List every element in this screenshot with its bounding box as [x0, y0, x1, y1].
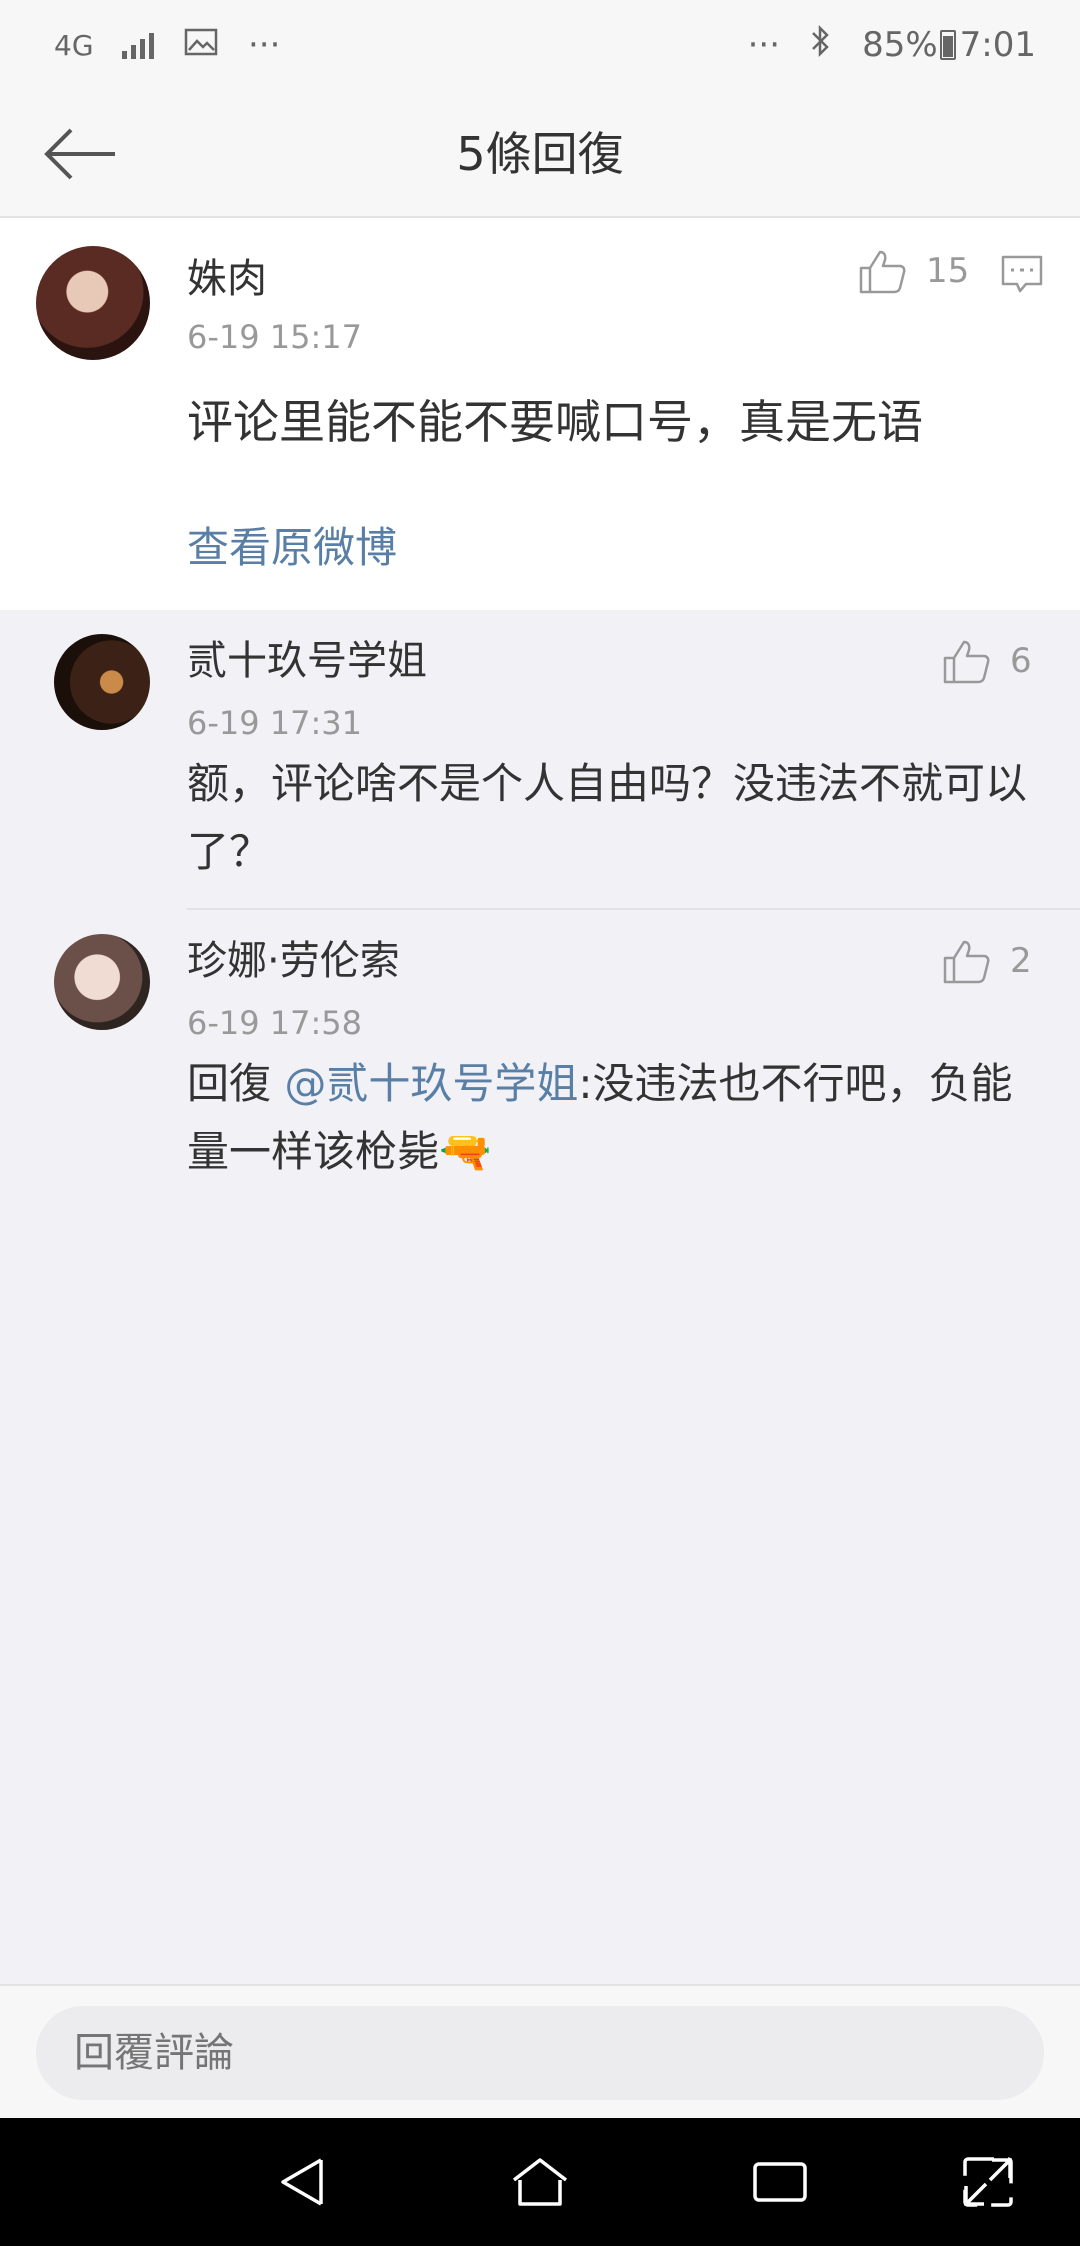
thumbs-up-icon [943, 640, 990, 684]
status-left: 4G ··· [54, 25, 280, 65]
avatar[interactable] [54, 934, 150, 1030]
thumbs-up-icon [859, 250, 906, 294]
like-button[interactable]: 2 [942, 938, 1032, 984]
like-button[interactable]: 6 [942, 638, 1032, 684]
triangle-back-icon [281, 2158, 323, 2206]
clock: 7:01 [959, 25, 1036, 65]
system-nav-bar [0, 2118, 1080, 2246]
bluetooth-icon [810, 24, 832, 67]
username[interactable]: 珍娜·劳伦索 [187, 928, 400, 986]
reply-text: 回復 @贰十玖号学姐:没违法也不行吧，负能量一样该枪毙🔫 [187, 1050, 1047, 1186]
username[interactable]: 贰十玖号学姐 [187, 628, 427, 686]
nav-bar: 5條回復 [0, 90, 1080, 218]
signal-icon [122, 31, 154, 59]
water-gun-emoji: 🔫 [439, 1127, 492, 1176]
timestamp: 6-19 17:58 [187, 1004, 363, 1042]
like-count: 6 [1010, 641, 1032, 681]
comment-text: 评论里能不能不要喊口号，真是无语 [187, 395, 923, 449]
system-home-button[interactable] [500, 2142, 580, 2222]
more-status: ··· [747, 25, 781, 65]
battery-percent: 85% [862, 25, 938, 65]
battery-icon [939, 30, 956, 60]
thumbs-up-icon [943, 940, 990, 984]
like-count: 2 [1010, 941, 1032, 981]
page-title: 5條回復 [456, 127, 624, 181]
reply-bar [0, 1984, 1080, 2118]
main-comment: 姝肉 6-19 15:17 15 评论里能不能不要喊口号，真是无语 查看原微博 [0, 218, 1080, 610]
reply-item[interactable]: 贰十玖号学姐 6-19 17:31 6 额，评论啥不是个人自由吗？没违法不就可以… [0, 610, 1080, 910]
network-label: 4G [54, 28, 94, 62]
username[interactable]: 姝肉 [187, 246, 267, 304]
like-button[interactable]: 15 [858, 248, 969, 294]
system-recents-button[interactable] [740, 2142, 820, 2222]
recents-icon [753, 2162, 807, 2202]
comment-icon [1001, 255, 1043, 293]
like-count: 15 [926, 251, 970, 291]
expand-icon [963, 2157, 1013, 2207]
avatar[interactable] [36, 246, 150, 360]
status-bar: 4G ··· ··· 85% 7:01 [0, 0, 1080, 90]
network-type: 4G [54, 28, 94, 62]
comment-button[interactable] [1000, 254, 1044, 298]
image-notification-icon [184, 25, 218, 65]
reply-item[interactable]: 珍娜·劳伦索 6-19 17:58 2 回復 @贰十玖号学姐:没违法也不行吧，负… [0, 910, 1080, 1200]
reply-prefix: 回復 [187, 1059, 285, 1108]
reply-text: 额，评论啥不是个人自由吗？没违法不就可以了？ [187, 759, 1028, 876]
reply-input[interactable] [36, 2006, 1044, 2100]
timestamp: 6-19 15:17 [187, 318, 363, 356]
more-notifications: ··· [248, 25, 281, 65]
home-icon [512, 2158, 568, 2206]
system-back-button[interactable] [262, 2142, 342, 2222]
avatar[interactable] [54, 634, 150, 730]
system-expand-button[interactable] [948, 2142, 1028, 2222]
mention-link[interactable]: @贰十玖号学姐 [284, 1059, 578, 1108]
status-right: ··· 85% 7:01 [748, 24, 1036, 67]
view-original-link[interactable]: 查看原微博 [187, 514, 397, 575]
timestamp: 6-19 17:31 [187, 704, 363, 742]
